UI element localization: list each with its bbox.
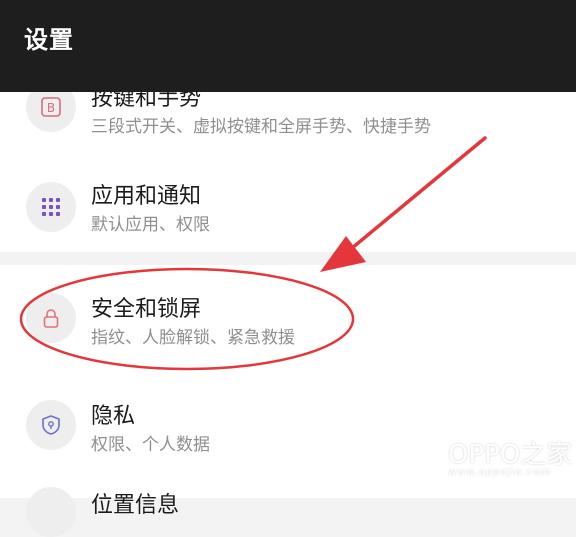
settings-item-title: 位置信息: [91, 493, 180, 518]
watermark-brand: OPPO之家: [448, 440, 573, 470]
settings-item-title: 应用和通知: [91, 184, 202, 209]
settings-item-subtitle: 默认应用、权限: [91, 215, 210, 235]
settings-item-title: 安全和锁屏: [91, 297, 202, 322]
settings-item-subtitle: 指纹、人脸解锁、紧急救援: [91, 328, 295, 348]
settings-item-buttons-gestures[interactable]: B 按键和手势 三段式开关、虚拟按键和全屏手势、快捷手势: [0, 82, 576, 140]
settings-item-subtitle: 权限、个人数据: [91, 435, 210, 455]
settings-group-1: B 按键和手势 三段式开关、虚拟按键和全屏手势、快捷手势 应用和通知 默认应用、…: [0, 82, 576, 252]
svg-text:B: B: [47, 101, 55, 115]
settings-item-security-lockscreen[interactable]: 安全和锁屏 指纹、人脸解锁、紧急救援: [0, 265, 576, 375]
watermark-url: www.oppojia.com: [448, 467, 551, 478]
app-grid-icon: [26, 182, 76, 232]
watermark-logo-icon: [398, 434, 442, 482]
location-icon: [26, 487, 76, 537]
settings-item-apps-notifications[interactable]: 应用和通知 默认应用、权限: [0, 172, 576, 252]
watermark: OPPO之家 www.oppojia.com: [398, 432, 572, 488]
app-header: 设置: [0, 0, 576, 92]
privacy-shield-icon: [26, 400, 76, 450]
lock-icon: [26, 293, 76, 343]
settings-item-subtitle: 三段式开关、虚拟按键和全屏手势、快捷手势: [91, 117, 431, 137]
settings-item-title: 隐私: [91, 404, 136, 429]
page-title: 设置: [24, 26, 74, 54]
